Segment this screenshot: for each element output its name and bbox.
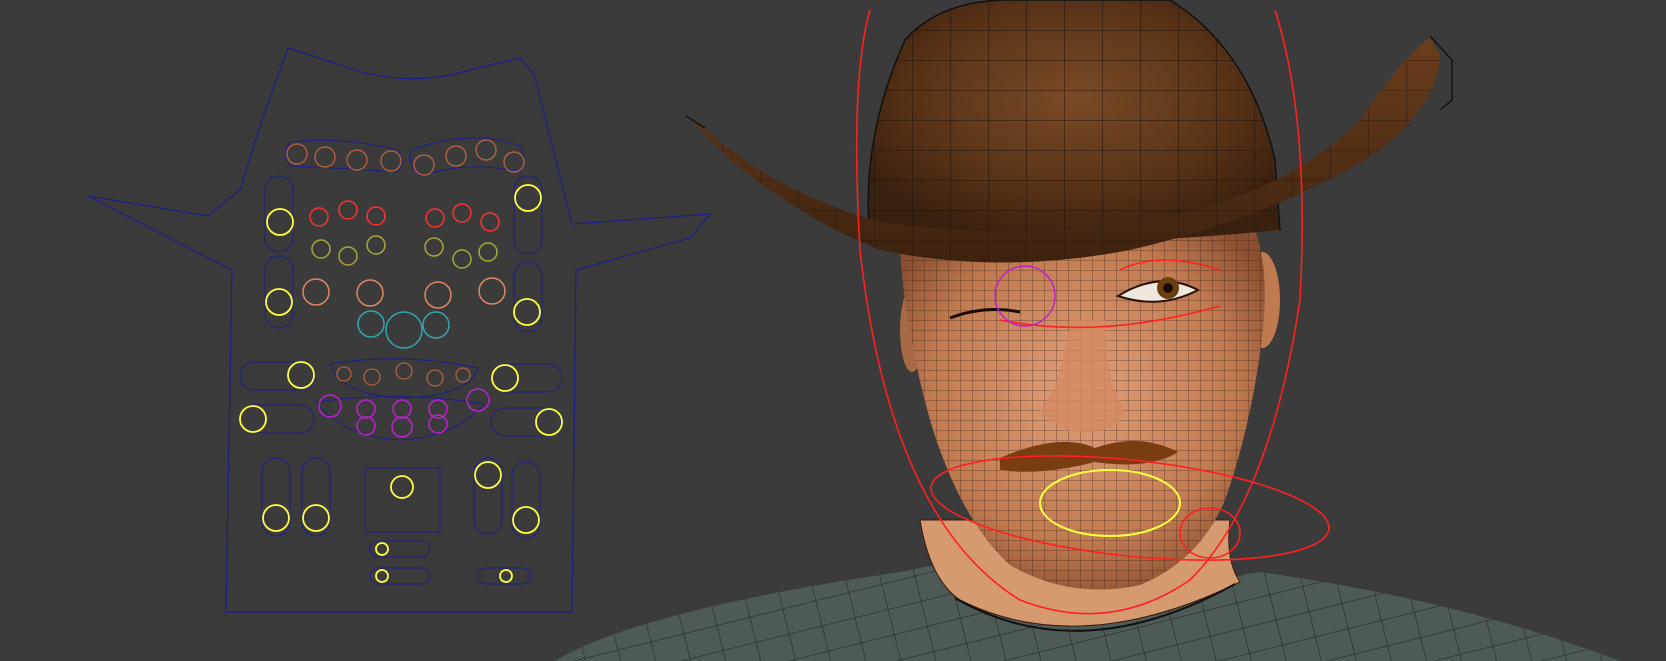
slot-mouth-corner-l-up [491, 363, 563, 393]
slot-jaw-l2 [511, 461, 541, 539]
ctrl-jaw-l1[interactable] [474, 461, 502, 489]
lip-magenta-6[interactable] [356, 416, 376, 436]
ctrl-mouth-corner-r-up[interactable] [287, 361, 315, 389]
slot-upper-right-1 [513, 175, 543, 255]
lowerlid-ctrl-l1[interactable] [424, 237, 444, 257]
nose-ctrl-l[interactable] [422, 311, 450, 339]
ctrl-tongue-3[interactable] [499, 569, 513, 583]
jaw-box [364, 467, 441, 533]
slot-upper-left-2 [264, 255, 294, 329]
ctrl-tongue-2[interactable] [375, 569, 389, 583]
ctrl-mouth-corner-l-dn[interactable] [535, 408, 563, 436]
facial-picker-panel [87, 47, 712, 613]
ctrl-jaw-r2[interactable] [302, 504, 330, 532]
lowerlid-ctrl-r2[interactable] [338, 246, 358, 266]
lid-ctrl-l3[interactable] [480, 212, 500, 232]
slot-jaw-r2 [301, 457, 331, 537]
lid-ctrl-l1[interactable] [425, 208, 445, 228]
slot-jaw-r1 [261, 457, 291, 537]
brow-ctrl-r4[interactable] [380, 150, 402, 172]
slot-mouth-corner-r-dn [239, 404, 315, 434]
ctrl-cheek-upper-l[interactable] [514, 184, 542, 212]
3d-viewport[interactable] [0, 0, 1666, 661]
ctrl-mouth-corner-l-up[interactable] [491, 364, 519, 392]
brow-ctrl-l2[interactable] [445, 145, 467, 167]
slot-mouth-corner-r-up [239, 361, 316, 391]
nose-ctrl-mid[interactable] [385, 311, 423, 349]
upperlip-ctrl-2[interactable] [363, 368, 381, 386]
ctrl-mouth-corner-r-dn[interactable] [239, 405, 267, 433]
ctrl-cheek-lower-l[interactable] [513, 298, 541, 326]
brow-ctrl-l4[interactable] [503, 151, 525, 173]
picker-outline [87, 47, 712, 613]
lip-magenta-5[interactable] [466, 388, 490, 412]
lip-magenta-2[interactable] [356, 399, 376, 419]
upperlip-ctrl-5[interactable] [455, 367, 471, 383]
cheek-ctrl-r1[interactable] [302, 278, 330, 306]
ctrl-cheek-lower-r[interactable] [265, 288, 293, 316]
upperlip-ctrl-3[interactable] [395, 362, 413, 380]
slot-jaw-l1 [473, 457, 503, 535]
lip-magenta-7[interactable] [391, 416, 413, 438]
brow-ctrl-r3[interactable] [346, 149, 368, 171]
ctrl-jaw-l2[interactable] [512, 506, 540, 534]
lid-ctrl-l2[interactable] [452, 203, 472, 223]
character-model[interactable] [555, 0, 1620, 661]
lowerlid-ctrl-l3[interactable] [478, 242, 498, 262]
cheek-ctrl-l1[interactable] [424, 281, 452, 309]
ctrl-tongue-1[interactable] [375, 542, 389, 556]
slot-mouth-corner-l-dn [490, 407, 562, 437]
lip-magenta-1[interactable] [318, 394, 342, 418]
brow-ctrl-l1[interactable] [413, 154, 435, 176]
lowerlid-ctrl-r3[interactable] [366, 235, 386, 255]
upperlip-ctrl-1[interactable] [336, 366, 352, 382]
cheek-ctrl-r2[interactable] [356, 279, 384, 307]
lid-ctrl-r1[interactable] [309, 207, 329, 227]
brow-bar-right[interactable] [285, 139, 403, 173]
brow-ctrl-r1[interactable] [286, 143, 308, 165]
nose-ctrl-r[interactable] [357, 310, 385, 338]
ctrl-jaw-main[interactable] [390, 475, 414, 499]
brow-bar-left[interactable] [409, 137, 525, 177]
lowerlid-ctrl-l2[interactable] [452, 249, 472, 269]
lowerlid-ctrl-r1[interactable] [311, 239, 331, 259]
ctrl-cheek-upper-r[interactable] [266, 208, 294, 236]
lip-magenta-3[interactable] [392, 399, 412, 419]
lid-ctrl-r2[interactable] [338, 200, 358, 220]
brow-ctrl-r2[interactable] [314, 146, 336, 168]
cheek-ctrl-l2[interactable] [478, 277, 506, 305]
upperlip-ctrl-4[interactable] [426, 369, 444, 387]
ctrl-jaw-r1[interactable] [262, 504, 290, 532]
lid-ctrl-r3[interactable] [366, 206, 386, 226]
brow-ctrl-l3[interactable] [475, 139, 497, 161]
